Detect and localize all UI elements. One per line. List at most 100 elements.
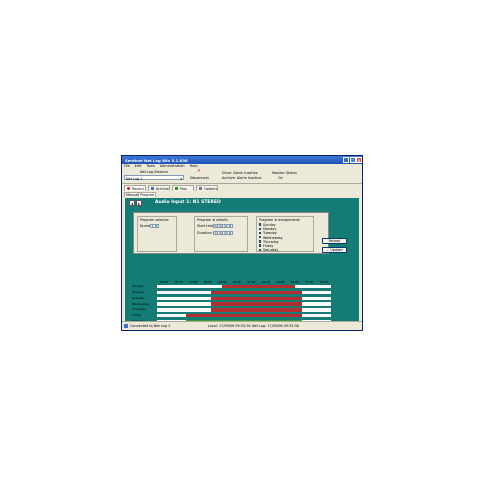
net-log-selector[interactable]: Net Log 1 ▾ xyxy=(124,175,184,181)
checkmark-icon: ✓ xyxy=(326,248,330,252)
program-assignments-group: Program # assignments Sunday Monday Tuesda… xyxy=(256,216,314,253)
connection-icon xyxy=(124,324,128,328)
day-checkbox[interactable] xyxy=(259,227,262,230)
previous-input-button[interactable]: ◂ xyxy=(129,200,135,206)
minimize-button[interactable]: _ xyxy=(343,157,349,163)
menu-file[interactable]: File xyxy=(124,164,130,168)
connection-status: Connected to Net Log 1 xyxy=(130,324,171,328)
monitor-status-value: On xyxy=(278,176,283,180)
monitor-status-label: Monitor Status xyxy=(272,171,297,175)
duration-stepper[interactable] xyxy=(230,230,233,235)
program-assignments-title: Program # assignments xyxy=(259,218,300,222)
toolbar: Net Log Selector Net Log 1 ▾ ✕ Disconnec… xyxy=(122,169,362,184)
scheduled-block[interactable] xyxy=(211,302,302,306)
update-button-label: Update xyxy=(330,248,343,252)
tab-options-label: Options xyxy=(204,186,218,191)
schedule-track[interactable] xyxy=(157,302,331,306)
hour-label: 20:00 xyxy=(305,280,314,284)
netlog-time: Net Log: 17/09/06 09:33:36 xyxy=(252,324,299,328)
schedule-day-label: Monday xyxy=(132,290,144,294)
play-icon xyxy=(175,187,178,191)
schedule-track[interactable] xyxy=(157,314,331,318)
chevron-down-icon: ▾ xyxy=(180,176,182,181)
program-number-stepper[interactable] xyxy=(156,223,159,228)
title-bar: Sentinel Net Log Win 5.1.036 _ □ × xyxy=(122,156,362,164)
day-checkbox[interactable] xyxy=(259,223,262,226)
hour-label: 14:00 xyxy=(261,280,270,284)
start-time-input[interactable]: 04:00:00 xyxy=(213,223,230,228)
program-panel: ◂ ▸ Audio Input 1: N1 STEREO Program sel… xyxy=(125,198,359,324)
tab-record[interactable]: Record xyxy=(124,185,146,191)
hour-label: 18:00 xyxy=(290,280,299,284)
next-input-button[interactable]: ▸ xyxy=(136,200,142,206)
hour-label: 08:00 xyxy=(218,280,227,284)
menu-tools[interactable]: Tools xyxy=(146,164,154,168)
status-bar: Connected to Net Log 1 Local: 17/09/06 0… xyxy=(122,321,362,330)
tab-options[interactable]: Options xyxy=(196,185,218,191)
scheduled-block[interactable] xyxy=(211,308,302,312)
hour-label: 22:00 xyxy=(319,280,328,284)
menu-administration[interactable]: Administration xyxy=(160,164,185,168)
program-settings: Program selector Number 1 Program # deta… xyxy=(133,212,329,254)
program-selector-group: Program selector Number 1 xyxy=(137,216,177,252)
scheduled-block[interactable] xyxy=(186,314,302,318)
tab-play[interactable]: Play xyxy=(172,185,194,191)
schedule-day-label: Friday xyxy=(132,313,142,318)
schedule-day-label: Tuesday xyxy=(132,295,145,300)
day-checkbox[interactable] xyxy=(259,248,263,253)
hour-label: 12:00 xyxy=(247,280,256,284)
hour-label: 10:00 xyxy=(232,280,241,284)
menu-edit[interactable]: Edit xyxy=(135,164,142,168)
net-log-selector-label: Net Log Selector xyxy=(140,170,169,174)
day-checkbox[interactable] xyxy=(259,236,262,239)
disconnect-icon[interactable]: ✕ xyxy=(197,169,201,174)
tab-program[interactable]: Program xyxy=(138,192,157,197)
day-checkbox[interactable] xyxy=(259,244,262,247)
disconnect-label[interactable]: Disconnect xyxy=(190,176,209,180)
schedule-day-label: Wednesday xyxy=(132,301,150,306)
hour-label: 00:00 xyxy=(160,280,169,284)
archive-icon xyxy=(151,187,154,191)
hour-label: 04:00 xyxy=(189,280,198,284)
scheduled-block[interactable] xyxy=(211,290,302,295)
start-time-label: Start time xyxy=(197,224,215,228)
schedule-track[interactable] xyxy=(157,296,331,300)
day-checkbox[interactable] xyxy=(259,231,262,235)
hour-label: 02:00 xyxy=(174,280,183,284)
tab-archive[interactable]: Archive xyxy=(148,185,170,191)
reload-button[interactable]: Reload xyxy=(322,238,347,244)
drive-alarm-status: Drive: Alarm Inactive xyxy=(222,171,258,175)
update-button[interactable]: ✓ Update xyxy=(322,247,347,253)
archive-alarm-status: Archive: Alarm Inactive xyxy=(222,176,262,180)
program-selector-title: Program selector xyxy=(140,218,169,222)
hour-label: 16:00 xyxy=(276,280,285,284)
tab-archive-label: Archive xyxy=(156,186,169,191)
net-log-selector-value: Net Log 1 xyxy=(126,176,143,181)
tab-record-label: Record xyxy=(132,186,144,191)
main-tabs: Record Archive Play Options xyxy=(122,184,362,191)
record-icon xyxy=(127,187,130,191)
duration-input[interactable]: 02:00:00 xyxy=(213,230,230,235)
audio-input-title: Audio Input 1: N1 STEREO xyxy=(155,200,221,206)
schedule-track[interactable] xyxy=(157,285,331,289)
scheduled-block[interactable] xyxy=(211,296,302,300)
program-details-title: Program # details xyxy=(197,218,228,222)
day-checkbox-label: Saturday xyxy=(263,248,279,253)
maximize-button[interactable]: □ xyxy=(349,157,356,163)
close-button[interactable]: × xyxy=(356,157,362,163)
schedule-track[interactable] xyxy=(157,290,331,295)
schedule-day-label: Thursday xyxy=(132,307,146,312)
local-time: Local: 17/09/06 09:33:16 xyxy=(208,324,251,328)
hour-label: 06:00 xyxy=(203,280,212,284)
window-title: Sentinel Net Log Win 5.1.036 xyxy=(125,157,188,163)
tab-play-label: Play xyxy=(180,186,188,191)
start-time-stepper[interactable] xyxy=(230,223,233,228)
app-window: Sentinel Net Log Win 5.1.036 _ □ × File … xyxy=(121,155,363,331)
weekly-schedule: 00:00 02:00 04:00 06:00 08:00 10:00 12:00 14:00… xyxy=(130,280,332,326)
scheduled-block[interactable] xyxy=(222,285,295,289)
duration-label: Duration xyxy=(197,231,212,235)
menu-help[interactable]: Help xyxy=(190,164,198,168)
day-checkbox[interactable] xyxy=(259,240,262,243)
schedule-track[interactable] xyxy=(157,308,331,312)
options-icon xyxy=(199,187,202,191)
